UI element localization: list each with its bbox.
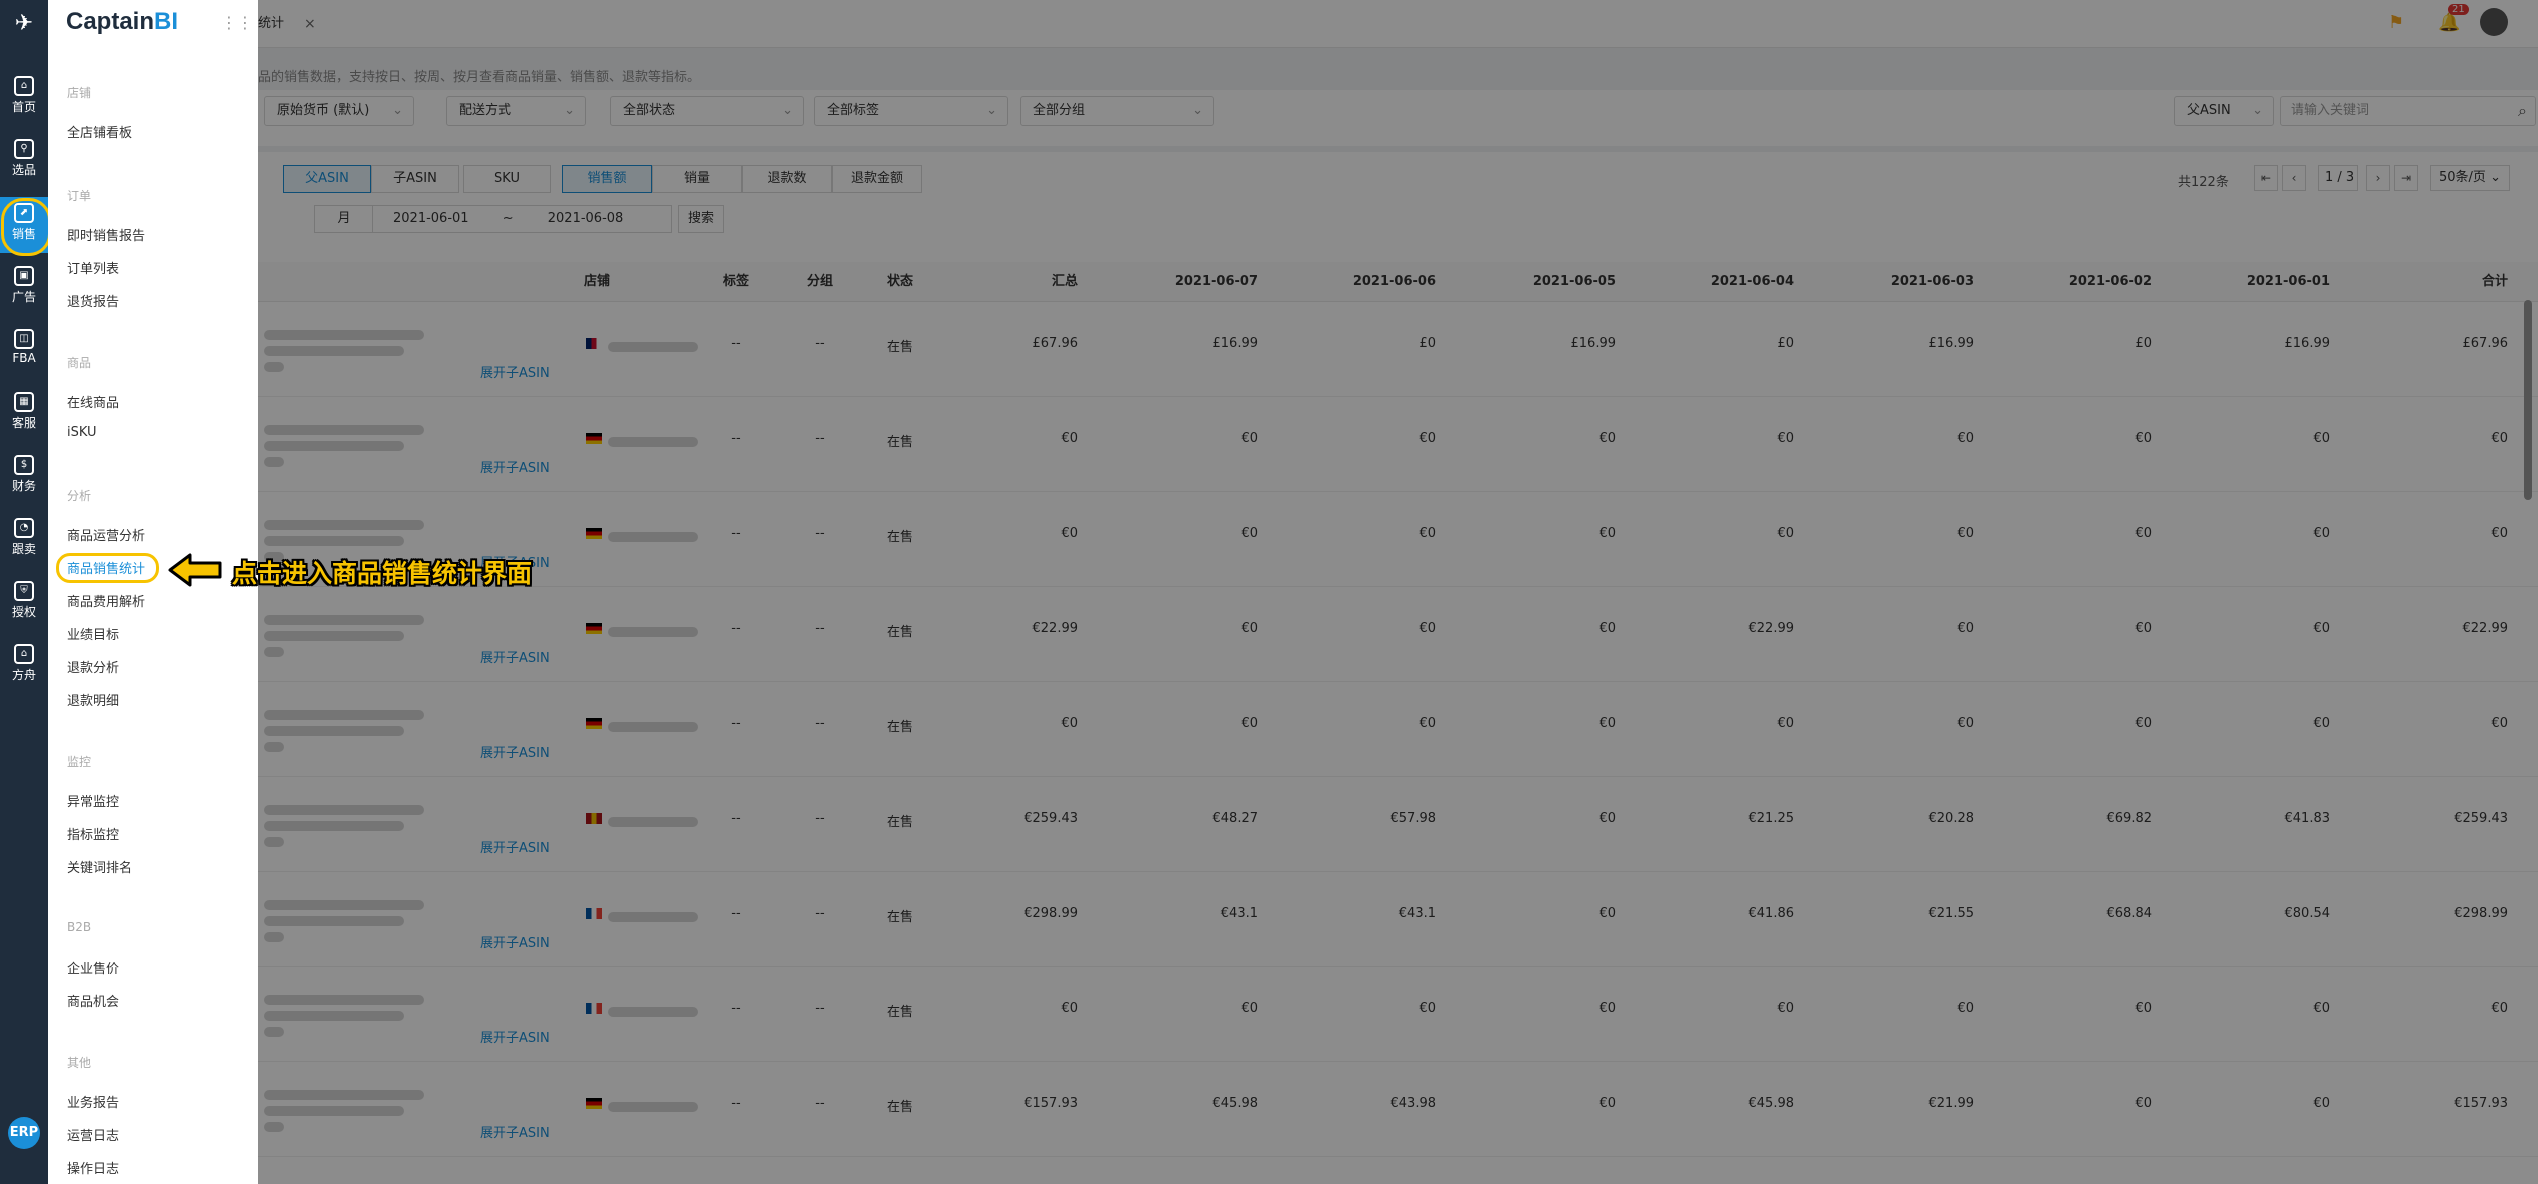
search-icon: ⚲ bbox=[14, 139, 34, 159]
menu-item[interactable]: 关键词排名 bbox=[67, 857, 132, 876]
menu-item[interactable]: 指标监控 bbox=[67, 824, 119, 843]
rail-item-3[interactable]: ▣ 广告 bbox=[0, 260, 48, 316]
annotation-text: 点击进入商品销售统计界面 bbox=[232, 559, 533, 588]
menu-group-title: 商品 bbox=[67, 356, 92, 370]
highlight-ring bbox=[56, 553, 159, 583]
rail-item-label: 授权 bbox=[11, 605, 36, 619]
menu-item[interactable]: 订单列表 bbox=[67, 258, 119, 277]
rail-item-label: 首页 bbox=[11, 100, 36, 114]
menu-item[interactable]: 运营日志 bbox=[67, 1125, 119, 1144]
menu-item[interactable]: 企业售价 bbox=[67, 958, 119, 977]
menu-item[interactable]: 退款明细 bbox=[67, 690, 119, 709]
menu-item[interactable]: 操作日志 bbox=[67, 1158, 119, 1177]
menu-item[interactable]: 在线商品 bbox=[67, 392, 119, 411]
brand-logo: CaptainBI bbox=[66, 8, 179, 35]
fba-icon: ◫ bbox=[14, 329, 34, 349]
rail-item-1[interactable]: ⚲ 选品 bbox=[0, 133, 48, 189]
left-arrow-icon bbox=[168, 553, 222, 587]
erp-button[interactable]: ERP bbox=[8, 1117, 40, 1149]
menu-item[interactable]: 即时销售报告 bbox=[67, 225, 145, 244]
menu-item[interactable]: 商品机会 bbox=[67, 991, 119, 1010]
ad-icon: ▣ bbox=[14, 266, 34, 286]
menu-group-title: B2B bbox=[67, 920, 92, 934]
side-menu: CaptainBI ⋮⋮ 店铺全店铺看板订单即时销售报告 订单列表退货报告商品在线… bbox=[48, 0, 258, 1184]
menu-item[interactable]: 全店铺看板 bbox=[67, 122, 132, 141]
menu-item[interactable]: 业务报告 bbox=[67, 1092, 119, 1111]
dollar-icon: $ bbox=[14, 455, 34, 475]
menu-group-title: 监控 bbox=[67, 755, 92, 769]
ark-icon: ⌂ bbox=[14, 644, 34, 664]
dim-overlay bbox=[258, 0, 2538, 1184]
pie-icon: ◔ bbox=[14, 518, 34, 538]
left-rail: ✈ ⌂ 首页 ⚲ 选品 ⬈ 销售 ▣ 广告 ◫ FBA ▦ 客服 $ 财务 ◔ 跟卖 ⛨ 授权 ⌂ 方舟 ERP bbox=[0, 0, 51, 1184]
menu-group-title: 分析 bbox=[67, 489, 92, 503]
menu-group-title: 其他 bbox=[67, 1056, 92, 1070]
rail-item-label: 广告 bbox=[11, 290, 36, 304]
rail-item-9[interactable]: ⌂ 方舟 bbox=[0, 638, 48, 694]
menu-item[interactable]: 异常监控 bbox=[67, 791, 119, 810]
menu-group-title: 店铺 bbox=[67, 86, 92, 100]
rail-item-5[interactable]: ▦ 客服 bbox=[0, 386, 48, 442]
rail-item-label: 方舟 bbox=[11, 668, 36, 682]
rail-item-label: 跟卖 bbox=[11, 542, 36, 556]
rail-item-0[interactable]: ⌂ 首页 bbox=[0, 70, 48, 126]
rail-item-label: 客服 bbox=[11, 416, 36, 430]
apps-grid-icon[interactable]: ⋮⋮ bbox=[221, 14, 253, 32]
service-icon: ▦ bbox=[14, 392, 34, 412]
menu-group-title: 订单 bbox=[67, 189, 92, 203]
app-logo-icon[interactable]: ✈ bbox=[8, 8, 40, 40]
rail-item-label: FBA bbox=[12, 351, 36, 365]
menu-item[interactable]: 退款分析 bbox=[67, 657, 119, 676]
menu-item[interactable]: 商品费用解析 bbox=[67, 591, 145, 610]
home-icon: ⌂ bbox=[14, 76, 34, 96]
rail-item-label: 销售 bbox=[11, 227, 36, 241]
shield-icon: ⛨ bbox=[14, 581, 34, 601]
rail-item-6[interactable]: $ 财务 bbox=[0, 449, 48, 505]
rail-item-4[interactable]: ◫ FBA bbox=[0, 323, 48, 379]
rail-item-2[interactable]: ⬈ 销售 bbox=[0, 197, 51, 256]
rail-item-8[interactable]: ⛨ 授权 bbox=[0, 575, 48, 631]
rail-item-label: 财务 bbox=[11, 479, 36, 493]
menu-item[interactable]: 业绩目标 bbox=[67, 624, 119, 643]
chart-icon: ⬈ bbox=[14, 203, 34, 223]
rail-item-7[interactable]: ◔ 跟卖 bbox=[0, 512, 48, 568]
menu-item[interactable]: 退货报告 bbox=[67, 291, 119, 310]
rail-item-label: 选品 bbox=[11, 163, 36, 177]
menu-item[interactable]: iSKU bbox=[67, 425, 97, 440]
menu-item[interactable]: 商品运营分析 bbox=[67, 525, 145, 544]
